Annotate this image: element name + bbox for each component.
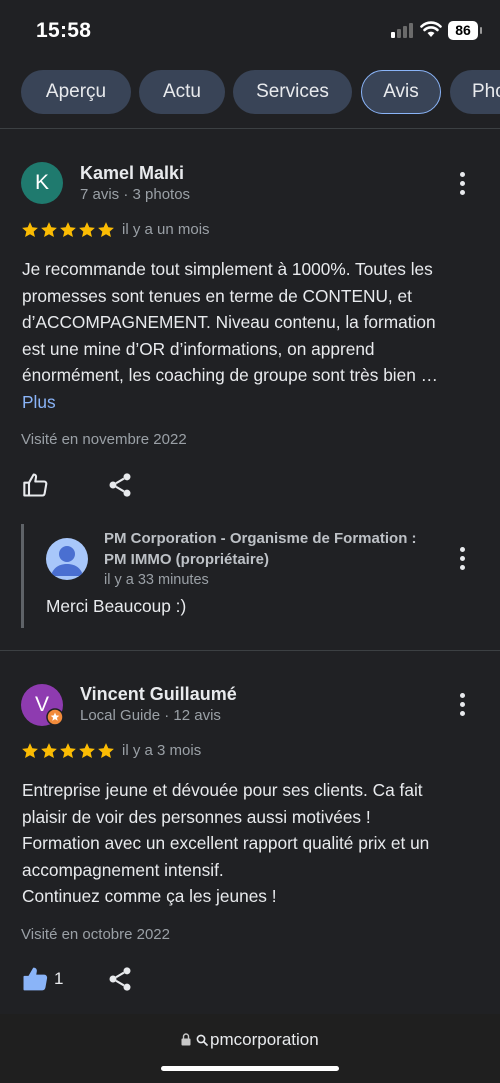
tab-photos[interactable]: Pho <box>450 70 500 114</box>
star-icon <box>79 222 95 238</box>
review-text-line: énormément, les coaching de groupe sont … <box>22 365 438 385</box>
review-text[interactable]: Je recommande tout simplement à 1000%. T… <box>22 256 482 389</box>
share-icon[interactable] <box>106 471 134 499</box>
search-icon <box>196 1034 208 1046</box>
tab-actu[interactable]: Actu <box>139 70 225 114</box>
star-icon <box>22 743 38 759</box>
review-text-line: accompagnement intensif. <box>22 859 224 880</box>
cellular-signal-icon <box>391 22 417 38</box>
tab-bar: Aperçu Actu Services Avis Pho <box>0 70 500 116</box>
reviewer-meta: Local Guide · 12 avis <box>80 707 221 724</box>
reply-time: il y a 33 minutes <box>104 572 209 588</box>
reviewer-meta: 7 avis · 3 photos <box>80 186 191 203</box>
review-date: il y a 3 mois <box>122 742 202 759</box>
review-text-line: est une mine d’OR d’informations, on app… <box>22 338 375 359</box>
star-rating <box>21 742 115 762</box>
wifi-icon <box>420 21 442 37</box>
more-options-icon[interactable] <box>452 170 472 198</box>
home-indicator[interactable] <box>161 1066 339 1071</box>
star-icon <box>22 222 38 238</box>
reviews-page: 15:58 86 Aperçu Actu Services Avis Pho K… <box>0 0 500 1083</box>
owner-name-line: PM IMMO (propriétaire) <box>104 551 270 568</box>
review-text-line: promesses sont tenues en terme de CONTEN… <box>22 285 412 306</box>
tab-services[interactable]: Services <box>233 70 352 114</box>
star-icon <box>41 222 57 238</box>
thumbs-up-icon[interactable] <box>22 471 50 499</box>
reviewer-name[interactable]: Vincent Guillaumé <box>80 684 237 705</box>
review-date: il y a un mois <box>122 221 210 238</box>
star-icon <box>60 222 76 238</box>
url-text: pmcorporation <box>210 1030 319 1049</box>
like-count: 1 <box>54 969 64 988</box>
review-separator <box>0 650 500 651</box>
review-text[interactable]: Entreprise jeune et dévouée pour ses cli… <box>22 777 482 910</box>
battery-indicator: 86 <box>448 21 482 40</box>
visited-date: Visité en octobre 2022 <box>21 926 170 943</box>
avatar[interactable]: K <box>21 162 63 204</box>
divider <box>0 128 500 129</box>
more-options-icon[interactable] <box>452 691 472 719</box>
star-icon <box>98 743 114 759</box>
owner-avatar[interactable] <box>46 538 88 580</box>
star-icon <box>41 743 57 759</box>
review-text-line: Entreprise jeune et dévouée pour ses cli… <box>22 780 423 800</box>
person-icon <box>51 546 83 576</box>
review-text-line: Continuez comme ça les jeunes ! <box>22 886 277 906</box>
local-guide-badge-icon <box>46 708 64 726</box>
more-options-icon[interactable] <box>452 545 472 573</box>
thumbs-up-icon[interactable] <box>22 965 50 993</box>
browser-bottom-bar: pmcorporation <box>0 1014 500 1083</box>
star-icon <box>79 743 95 759</box>
review-text-line: plaisir de voir des personnes aussi moti… <box>22 806 371 827</box>
tab-avis[interactable]: Avis <box>361 70 441 114</box>
review-text-line: Formation avec un excellent rapport qual… <box>22 833 430 853</box>
owner-name-line: PM Corporation - Organisme de Formation … <box>104 530 417 547</box>
star-icon <box>60 743 76 759</box>
address-bar[interactable]: pmcorporation <box>0 1030 500 1050</box>
review-text-line: d’ACCOMPAGNEMENT. Niveau contenu, la for… <box>22 312 436 332</box>
status-bar: 15:58 86 <box>0 0 500 62</box>
status-time: 15:58 <box>36 19 92 42</box>
owner-name: PM Corporation - Organisme de Formation … <box>104 528 444 570</box>
visited-date: Visité en novembre 2022 <box>21 431 187 448</box>
reply-text: Merci Beaucoup :) <box>46 596 187 616</box>
reply-indicator <box>21 524 24 628</box>
reviewer-name[interactable]: Kamel Malki <box>80 163 184 184</box>
share-icon[interactable] <box>106 965 134 993</box>
star-rating <box>21 221 115 241</box>
more-link[interactable]: Plus <box>22 392 56 413</box>
tab-apercu[interactable]: Aperçu <box>21 70 131 114</box>
star-icon <box>98 222 114 238</box>
lock-icon <box>181 1033 191 1046</box>
review-text-line: Je recommande tout simplement à 1000%. T… <box>22 259 433 279</box>
